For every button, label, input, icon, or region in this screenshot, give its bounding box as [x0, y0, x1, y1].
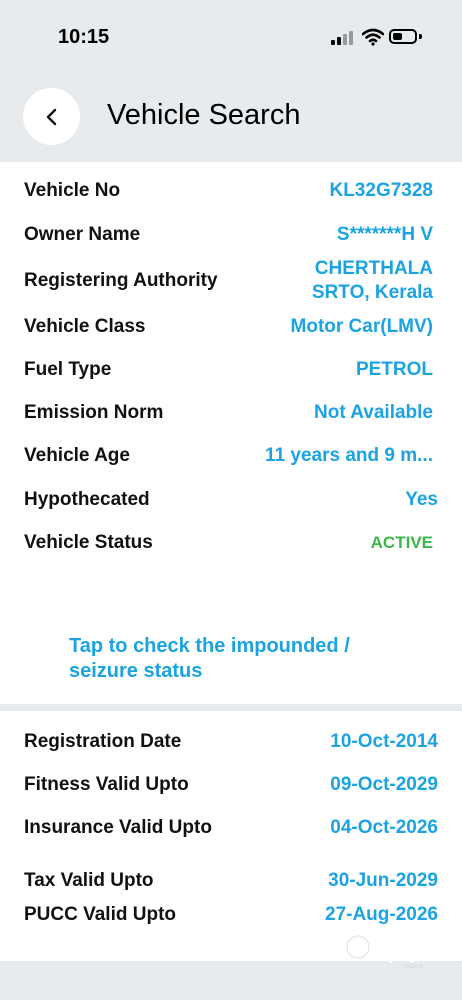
- impound-link-line2: seizure status: [69, 660, 203, 682]
- page-title: Vehicle Search: [107, 99, 301, 131]
- fitness-value: 09-Oct-2029: [330, 774, 438, 795]
- registering-authority-label: Registering Authority: [24, 270, 218, 291]
- vehicle-status-badge: ACTIVE: [370, 533, 433, 552]
- status-time: 10:15: [58, 26, 110, 48]
- registering-authority-value-line2: SRTO, Kerala: [311, 282, 433, 303]
- battery-tip: [419, 34, 422, 39]
- vehicle-no-label: Vehicle No: [24, 180, 121, 201]
- chevron-left-icon: [46, 108, 56, 125]
- vehicle-class-label: Vehicle Class: [24, 316, 146, 337]
- olx-watermark-sub: INDIA: [403, 964, 425, 970]
- back-button[interactable]: [23, 88, 80, 145]
- fuel-type-value: PETROL: [355, 359, 433, 380]
- owner-name-value: S*******H V: [336, 224, 433, 245]
- impound-status-link[interactable]: Tap to check the impounded / seizure sta…: [69, 634, 429, 684]
- fitness-label: Fitness Valid Upto: [24, 774, 189, 795]
- status-bar: 10:15: [0, 0, 462, 75]
- hypothecated-label: Hypothecated: [24, 489, 150, 510]
- vehicle-details-card: Vehicle No KL32G7328 Owner Name S*******…: [0, 162, 462, 704]
- tax-value: 30-Jun-2029: [328, 870, 438, 891]
- pucc-value: 27-Aug-2026: [325, 904, 438, 925]
- insurance-value: 04-Oct-2026: [330, 817, 438, 838]
- cellular-signal-icon: [331, 31, 355, 45]
- wifi-icon: [362, 28, 384, 46]
- pucc-label: PUCC Valid Upto: [24, 904, 177, 925]
- vehicle-age-label: Vehicle Age: [24, 445, 130, 466]
- hypothecated-value: Yes: [405, 489, 438, 510]
- fuel-type-label: Fuel Type: [24, 359, 112, 380]
- insurance-label: Insurance Valid Upto: [24, 817, 212, 838]
- vehicle-no-value: KL32G7328: [329, 180, 433, 201]
- vehicle-status-label: Vehicle Status: [24, 532, 153, 553]
- battery-icon: [389, 29, 417, 44]
- emission-norm-value: Not Available: [314, 402, 433, 423]
- vehicle-age-value: 11 years and 9 m...: [265, 445, 433, 466]
- header: Vehicle Search: [0, 75, 462, 160]
- registering-authority-value-line1: CHERTHALA: [314, 258, 433, 279]
- owner-name-label: Owner Name: [24, 224, 141, 245]
- impound-link-line1: Tap to check the impounded /: [69, 635, 350, 657]
- registration-date-value: 10-Oct-2014: [330, 731, 438, 752]
- emission-norm-label: Emission Norm: [24, 402, 164, 423]
- tax-label: Tax Valid Upto: [24, 870, 154, 891]
- vehicle-class-value: Motor Car(LMV): [290, 316, 433, 337]
- registration-date-label: Registration Date: [24, 731, 182, 752]
